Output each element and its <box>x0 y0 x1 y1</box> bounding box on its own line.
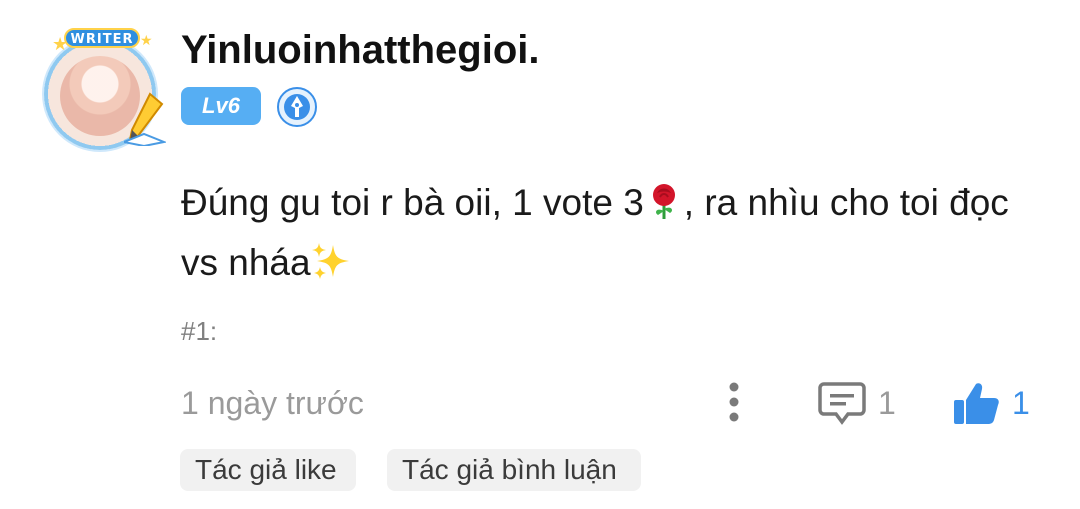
writer-frame-badge: WRITER <box>64 28 140 48</box>
timestamp: 1 ngày trước <box>181 385 364 421</box>
level-badge: Lv6 <box>181 87 261 125</box>
sparkles-icon <box>311 243 349 279</box>
tag-author-commented: Tác giả bình luận <box>387 449 641 491</box>
more-options-icon[interactable] <box>724 380 744 426</box>
username[interactable]: Yinluoinhatthegioi. <box>181 28 539 73</box>
star-icon: ★ <box>52 34 69 54</box>
comment-text: Đúng gu toi r bà oii, 1 vote 3 , ra nhìu… <box>181 173 1051 293</box>
star-icon: ★ <box>140 32 153 48</box>
reply-icon[interactable] <box>818 380 866 426</box>
reply-count[interactable]: 1 <box>878 385 896 422</box>
writer-pen-badge-icon <box>277 87 317 127</box>
tag-author-liked: Tác giả like <box>180 449 356 491</box>
thumbs-up-icon[interactable] <box>952 380 1000 426</box>
comment-reference: #1: <box>181 316 218 346</box>
rose-icon <box>652 184 675 219</box>
like-count[interactable]: 1 <box>1012 385 1030 422</box>
comment-text-part1: Đúng gu toi r bà oii, 1 vote 3 <box>181 182 644 223</box>
avatar[interactable]: WRITER ★ ★ <box>38 28 168 150</box>
pen-icon <box>124 92 166 146</box>
